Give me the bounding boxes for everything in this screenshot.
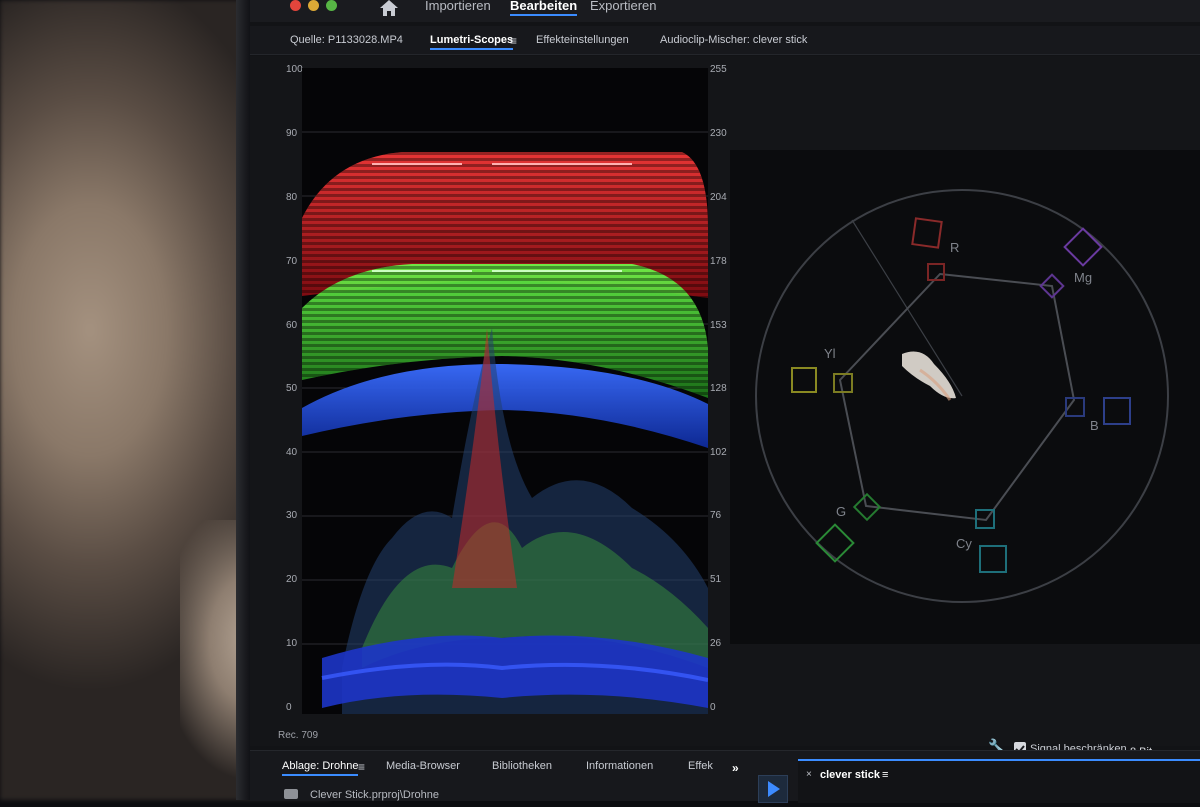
lumetri-scopes-panel: 100 90 80 70 60 50 40 30 20 10 0 255 230… (250, 56, 1200, 746)
vectorscope-label-g: G (836, 504, 847, 519)
tab-media-browser[interactable]: Media-Browser (386, 760, 460, 772)
vectorscope-label-yl: Yl (824, 346, 836, 361)
tab-source[interactable]: Quelle: P1133028.MP4 (290, 34, 403, 46)
panel-tab-bar: Quelle: P1133028.MP4 Lumetri-Scopes ≡ Ef… (250, 26, 1200, 55)
hamburger-menu-icon[interactable]: ≡ (510, 34, 517, 48)
hamburger-menu-icon[interactable]: ≡ (358, 760, 365, 774)
tab-libraries[interactable]: Bibliotheken (492, 760, 552, 772)
tab-bin-drohne[interactable]: Ablage: Drohne (282, 760, 359, 776)
monitor-bezel (236, 0, 250, 800)
home-icon[interactable] (378, 0, 400, 17)
folder-icon (284, 789, 298, 799)
minimize-window-button[interactable] (308, 0, 319, 11)
vectorscope: R Mg Yl B G Cy (730, 150, 1200, 644)
hamburger-menu-icon[interactable]: ≡ (882, 769, 888, 781)
close-window-button[interactable] (290, 0, 301, 11)
tab-effects[interactable]: Effek (688, 760, 713, 772)
premiere-window: Importieren Bearbeiten Exportieren Quell… (250, 0, 1200, 803)
color-standard-label: Rec. 709 (278, 730, 319, 741)
waveform-tick-right: 0 (710, 702, 716, 713)
close-icon[interactable]: × (806, 769, 812, 780)
play-button[interactable] (758, 775, 788, 803)
more-panels-icon[interactable]: » (732, 761, 739, 775)
zoom-window-button[interactable] (326, 0, 337, 11)
tab-import[interactable]: Importieren (425, 0, 491, 13)
rgb-parade-waveform (302, 68, 708, 714)
tab-audio-clip-mixer[interactable]: Audioclip-Mischer: clever stick (660, 34, 807, 46)
tab-lumetri-scopes[interactable]: Lumetri-Scopes (430, 34, 514, 50)
tab-export[interactable]: Exportieren (590, 0, 656, 13)
tab-effect-controls[interactable]: Effekteinstellungen (536, 34, 629, 46)
project-path: Clever Stick.prproj\Drohne (310, 789, 439, 801)
tab-info[interactable]: Informationen (586, 760, 653, 772)
title-bar: Importieren Bearbeiten Exportieren (250, 0, 1200, 22)
waveform-tick-right: 255 (710, 64, 727, 75)
vectorscope-label-mg: Mg (1074, 270, 1093, 285)
timeline-panel: × clever stick ≡ (798, 759, 1200, 803)
vectorscope-label-r: R (950, 240, 960, 255)
waveform-tick-right: 230 (710, 128, 727, 139)
vectorscope-label-b: B (1090, 418, 1099, 433)
bottom-panel: Ablage: Drohne ≡ Media-Browser Bibliothe… (250, 750, 1200, 803)
vectorscope-label-cy: Cy (956, 536, 972, 551)
tab-edit[interactable]: Bearbeiten (510, 0, 578, 16)
timeline-title[interactable]: clever stick (820, 769, 880, 781)
